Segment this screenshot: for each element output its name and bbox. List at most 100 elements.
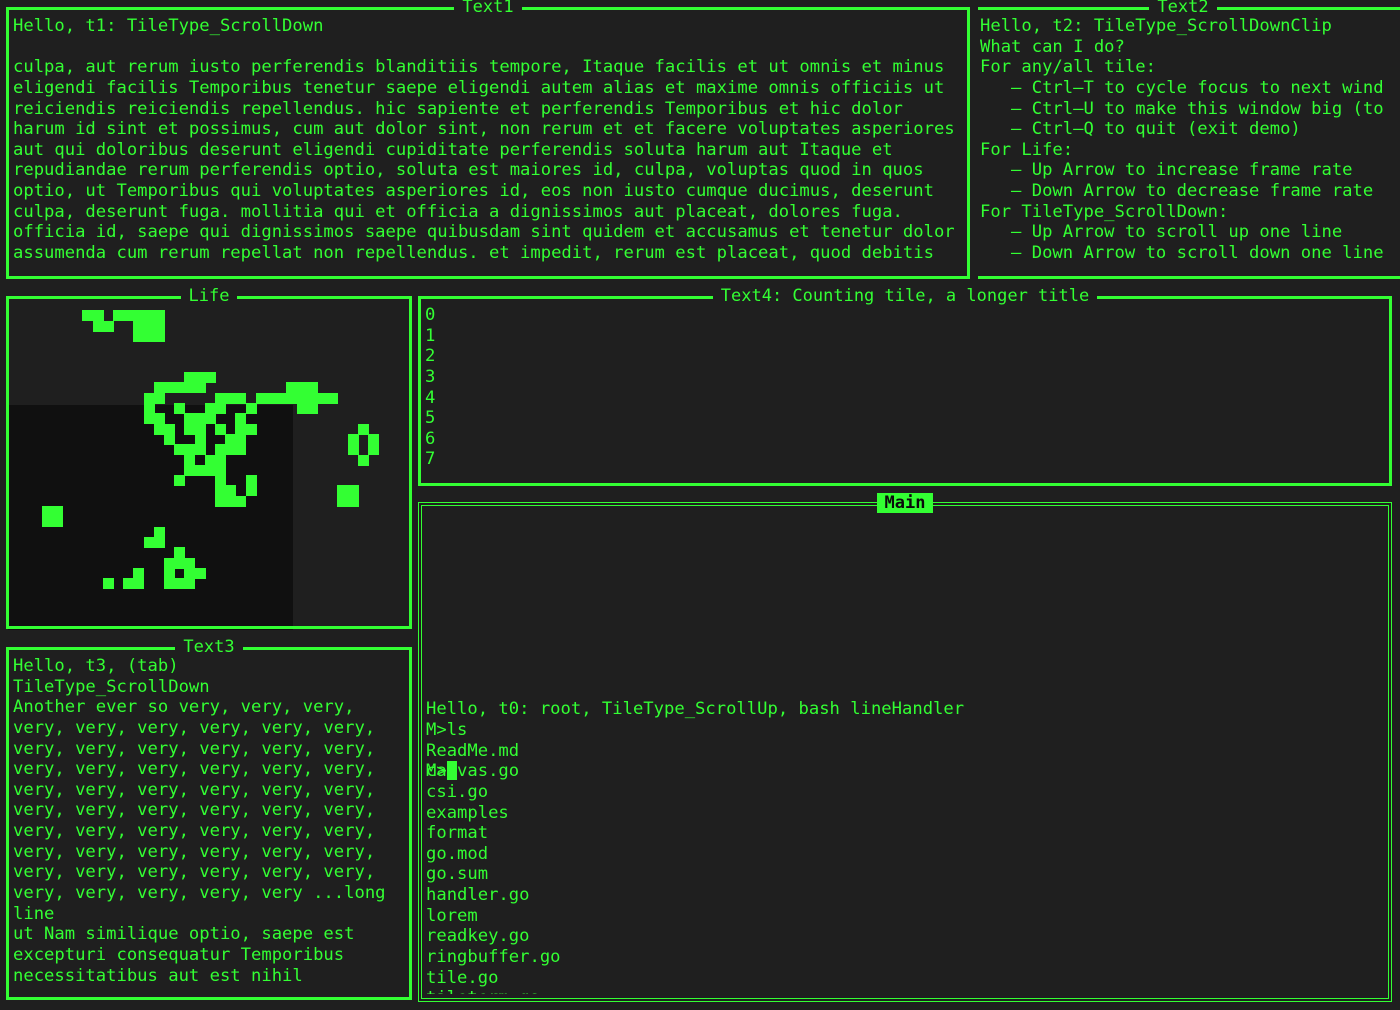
terminal-output: Hello, t0: root, TileType_ScrollUp, bash…	[426, 658, 1384, 994]
life-cell	[153, 392, 165, 404]
life-cell	[368, 444, 379, 456]
text-line: 5	[425, 408, 436, 429]
text-line: – Ctrl–T to cycle focus to next wind	[980, 77, 1384, 98]
life-cell	[235, 495, 247, 507]
life-cell	[306, 403, 318, 414]
life-cell	[215, 403, 226, 414]
text-line: go.mod	[426, 843, 489, 864]
life-cell	[245, 423, 257, 435]
text-line: – Up Arrow to scroll up one line	[980, 222, 1343, 243]
tile-content: Hello, t3, (tab) TileType_ScrollDown Anoth…	[13, 656, 405, 993]
text-line: 2	[425, 346, 436, 367]
text-line: csi.go	[426, 781, 489, 802]
life-cell	[347, 495, 359, 507]
text-line: culpa, deserunt fuga. mollitia qui et of…	[13, 201, 903, 222]
tile-life[interactable]: Life	[6, 286, 412, 629]
tile-content: Hello, t2: TileType_ScrollDownClip What c…	[980, 16, 1400, 272]
life-cell	[245, 485, 257, 497]
text-line: Hello, t0: root, TileType_ScrollUp, bash…	[426, 699, 965, 720]
text-line: For Life:	[980, 139, 1074, 160]
text-line: 3	[425, 366, 436, 387]
text-line: handler.go	[426, 885, 530, 906]
terminal-prompt-line[interactable]: M>	[426, 761, 1384, 782]
tile-text3[interactable]: Text3 Hello, t3, (tab) TileType_ScrollDow…	[6, 637, 412, 1000]
life-cell	[235, 444, 247, 456]
text-line: very, very, very, very, very, very,	[13, 759, 376, 780]
life-cell	[153, 536, 165, 548]
text-line: aut qui doloribus deserunt eligendi cupi…	[13, 139, 893, 160]
life-cell	[327, 392, 339, 404]
text-line: very, very, very, very, very, very,	[13, 841, 376, 862]
text-line: 1	[425, 325, 436, 346]
life-cell	[194, 382, 206, 394]
text-line: lorem	[426, 905, 478, 926]
text-line: repudiandae rerum perferendis optio, sol…	[13, 160, 924, 181]
text-line: – Down Arrow to scroll down one line	[980, 243, 1384, 264]
life-cell	[102, 320, 114, 332]
life-cell	[204, 372, 216, 384]
text-line: go.sum	[426, 864, 489, 885]
text-line: very, very, very, very, very, very,	[13, 821, 376, 842]
text-line: very, very, very, very, very ...long	[13, 883, 386, 904]
life-cell	[194, 567, 206, 579]
life-cell	[102, 578, 114, 590]
text-line: 7	[425, 449, 436, 470]
text-line	[13, 37, 963, 58]
life-grid	[9, 299, 409, 626]
text-line: reiciendis reiciendis repellendus. hic s…	[13, 98, 903, 119]
terminal-prompt: M>	[426, 761, 447, 782]
tile-main[interactable]: Main Hello, t0: root, TileType_ScrollUp,…	[418, 493, 1392, 1002]
text-line: harum id sint et possimus, cum aut dolor…	[13, 119, 955, 140]
text-line: Another ever so very, very, very,	[13, 697, 355, 718]
tile-content: 01234567	[425, 305, 1385, 479]
text-line: examples	[426, 802, 509, 823]
text-line: – Ctrl–Q to quit (exit demo)	[980, 119, 1301, 140]
life-cell	[184, 578, 196, 590]
text-line: ringbuffer.go	[426, 947, 561, 967]
text-line: Hello, t1: TileType_ScrollDown	[13, 16, 324, 36]
text-line: tileterm.go	[426, 988, 1384, 994]
text-line: – Ctrl–U to make this window big (to	[980, 98, 1384, 119]
text-line: 4	[425, 387, 436, 408]
text-line: – Down Arrow to decrease frame rate	[980, 181, 1374, 202]
text-line: Hello, t3, (tab)	[13, 656, 179, 676]
tile-content: Hello, t1: TileType_ScrollDown culpa, aut…	[13, 16, 963, 272]
text-line: M>ls	[426, 719, 468, 740]
text-line: For any/all tile:	[980, 57, 1156, 78]
life-cell	[133, 578, 145, 590]
life-cell	[51, 516, 63, 528]
text-line: assumenda cum rerum repellat non repelle…	[13, 243, 934, 264]
text-line: ReadMe.md	[426, 740, 520, 761]
text-line: What can I do?	[980, 36, 1125, 57]
text-line: very, very, very, very, very, very,	[13, 862, 376, 883]
text-line: 6	[425, 428, 436, 449]
text-line: format	[426, 823, 489, 844]
text-line: ut Nam similique optio, saepe est	[13, 924, 355, 945]
text-line: line	[13, 903, 55, 924]
text-line: culpa, aut rerum iusto perferendis bland…	[13, 57, 945, 78]
terminal-lines: Hello, t0: root, TileType_ScrollUp, bash…	[426, 699, 1384, 994]
text-line: officia id, saepe qui dignissimos saepe …	[13, 222, 955, 243]
text-line: 0	[425, 305, 436, 325]
text-line: very, very, very, very, very, very,	[13, 779, 376, 800]
text-line: necessitatibus aut est nihil	[13, 965, 303, 986]
text-line: For TileType_ScrollDown:	[980, 201, 1229, 222]
text-line: eligendi facilis Temporibus tenetur saep…	[13, 77, 945, 98]
life-cell	[245, 403, 257, 414]
text-line: optio, ut Temporibus qui voluptates aspe…	[13, 181, 934, 202]
life-cell	[153, 330, 165, 342]
life-cell	[357, 454, 369, 466]
text-line: TileType_ScrollDown	[13, 676, 210, 697]
tile-text2[interactable]: Text2 Hello, t2: TileType_ScrollDownClip…	[978, 0, 1400, 279]
tile-text4[interactable]: Text4: Counting tile, a longer title 012…	[418, 286, 1392, 486]
text-line: very, very, very, very, very, very,	[13, 738, 376, 759]
text-line: tile.go	[426, 967, 499, 988]
text-line: Hello, t2: TileType_ScrollDownClip	[980, 16, 1332, 36]
tile-text1[interactable]: Text1 Hello, t1: TileType_ScrollDown culp…	[6, 0, 970, 279]
text-line: very, very, very, very, very, very,	[13, 717, 376, 738]
text-line: excepturi consequatur Temporibus	[13, 944, 345, 965]
terminal-cursor	[446, 761, 457, 781]
life-cell	[174, 475, 186, 487]
text-line: readkey.go	[426, 926, 530, 947]
text-line: – Up Arrow to increase frame rate	[980, 160, 1353, 181]
